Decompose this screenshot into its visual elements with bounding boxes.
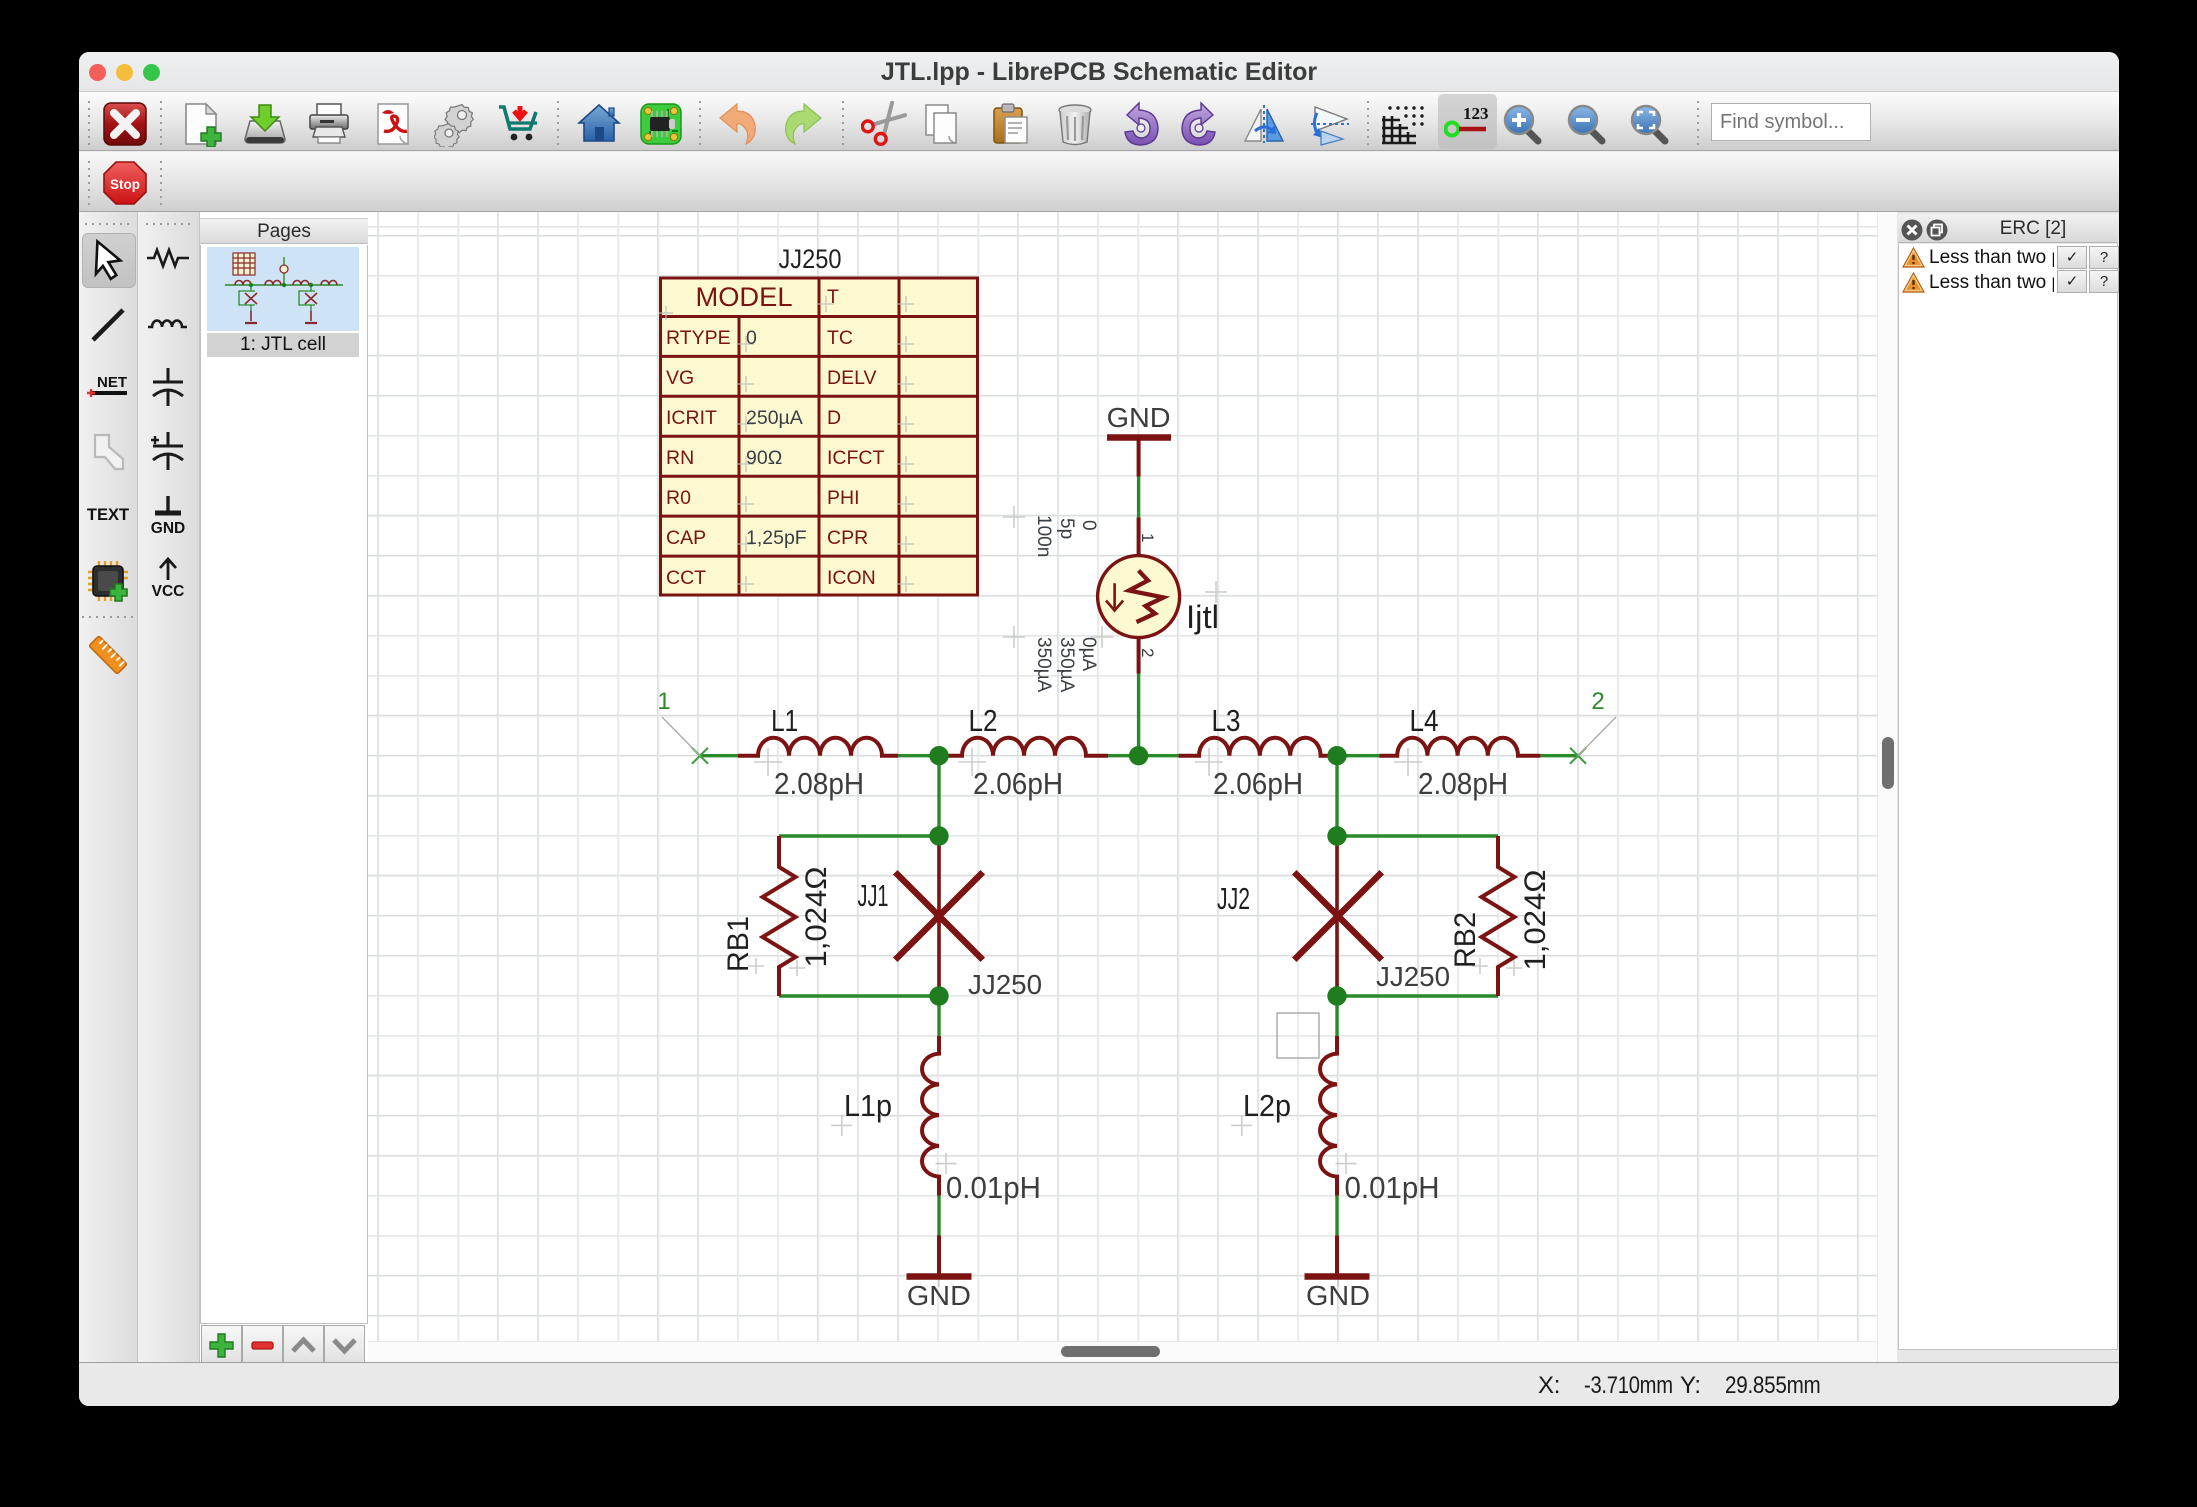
svg-text:RB1: RB1	[722, 916, 755, 972]
svg-text:CPR: CPR	[827, 527, 868, 549]
svg-text:2.06pH: 2.06pH	[1213, 766, 1303, 801]
svg-text:90Ω: 90Ω	[746, 447, 782, 469]
svg-text:Stop: Stop	[110, 177, 140, 192]
svg-text:0: 0	[746, 327, 757, 349]
svg-text:2: 2	[1138, 648, 1157, 657]
svg-text:250µA: 250µA	[746, 407, 803, 429]
svg-text:1,25pF: 1,25pF	[746, 527, 807, 549]
svg-text:2.08pH: 2.08pH	[774, 766, 864, 801]
svg-text:VG: VG	[666, 367, 694, 389]
svg-text:350µA: 350µA	[1033, 637, 1054, 693]
svg-text:R0: R0	[666, 487, 691, 509]
svg-text:2.08pH: 2.08pH	[1418, 766, 1508, 801]
svg-text:CCT: CCT	[666, 567, 706, 589]
svg-text:2: 2	[1591, 688, 1604, 715]
svg-text:350µA: 350µA	[1056, 637, 1077, 693]
svg-text:Ijtl: Ijtl	[1186, 599, 1219, 635]
svg-text:GND: GND	[151, 520, 185, 537]
svg-text:MODEL: MODEL	[696, 282, 793, 312]
svg-text:1: 1	[657, 688, 670, 715]
svg-text:GND: GND	[1107, 402, 1171, 433]
svg-text:JJ250: JJ250	[1376, 961, 1450, 992]
svg-text:0.01pH: 0.01pH	[1345, 1170, 1440, 1205]
svg-text:ICRIT: ICRIT	[666, 407, 717, 429]
svg-text:GND: GND	[1306, 1280, 1370, 1311]
svg-text:TC: TC	[827, 327, 853, 349]
svg-text:L3: L3	[1212, 703, 1241, 738]
svg-text:L1: L1	[771, 703, 798, 738]
svg-text:RTYPE: RTYPE	[666, 327, 731, 349]
svg-text:ICFCT: ICFCT	[827, 447, 884, 469]
svg-text:0µA: 0µA	[1078, 637, 1099, 672]
svg-text:ICON: ICON	[827, 567, 876, 589]
svg-text:JJ2: JJ2	[1217, 881, 1250, 916]
svg-text:JJ250: JJ250	[968, 969, 1042, 1000]
svg-text:0: 0	[1078, 520, 1099, 531]
svg-text:5p: 5p	[1056, 518, 1077, 539]
svg-text:CAP: CAP	[666, 527, 706, 549]
svg-text:1,024Ω: 1,024Ω	[800, 867, 833, 968]
svg-text:DELV: DELV	[827, 367, 877, 389]
svg-text:L2: L2	[969, 703, 998, 738]
svg-text:RN: RN	[666, 447, 694, 469]
svg-text:GND: GND	[907, 1280, 971, 1311]
svg-text:NET: NET	[97, 374, 127, 391]
svg-text:0.01pH: 0.01pH	[946, 1170, 1041, 1205]
svg-text:VCC: VCC	[152, 583, 185, 600]
svg-text:TEXT: TEXT	[87, 506, 129, 524]
svg-text:L4: L4	[1410, 703, 1439, 738]
svg-text:100n: 100n	[1033, 515, 1054, 557]
svg-text:RB2: RB2	[1449, 912, 1482, 968]
svg-text:PHI: PHI	[827, 487, 860, 509]
svg-text:1,024Ω: 1,024Ω	[1519, 870, 1552, 971]
svg-text:T: T	[827, 286, 839, 308]
svg-text:2.06pH: 2.06pH	[973, 766, 1063, 801]
svg-text:L2p: L2p	[1243, 1088, 1291, 1123]
svg-text:L1p: L1p	[844, 1088, 892, 1123]
svg-text:JJ250: JJ250	[779, 244, 842, 274]
svg-text:1: 1	[1138, 533, 1157, 542]
svg-text:JJ1: JJ1	[858, 878, 889, 913]
svg-text:D: D	[827, 407, 841, 429]
svg-text:123: 123	[1463, 104, 1489, 123]
